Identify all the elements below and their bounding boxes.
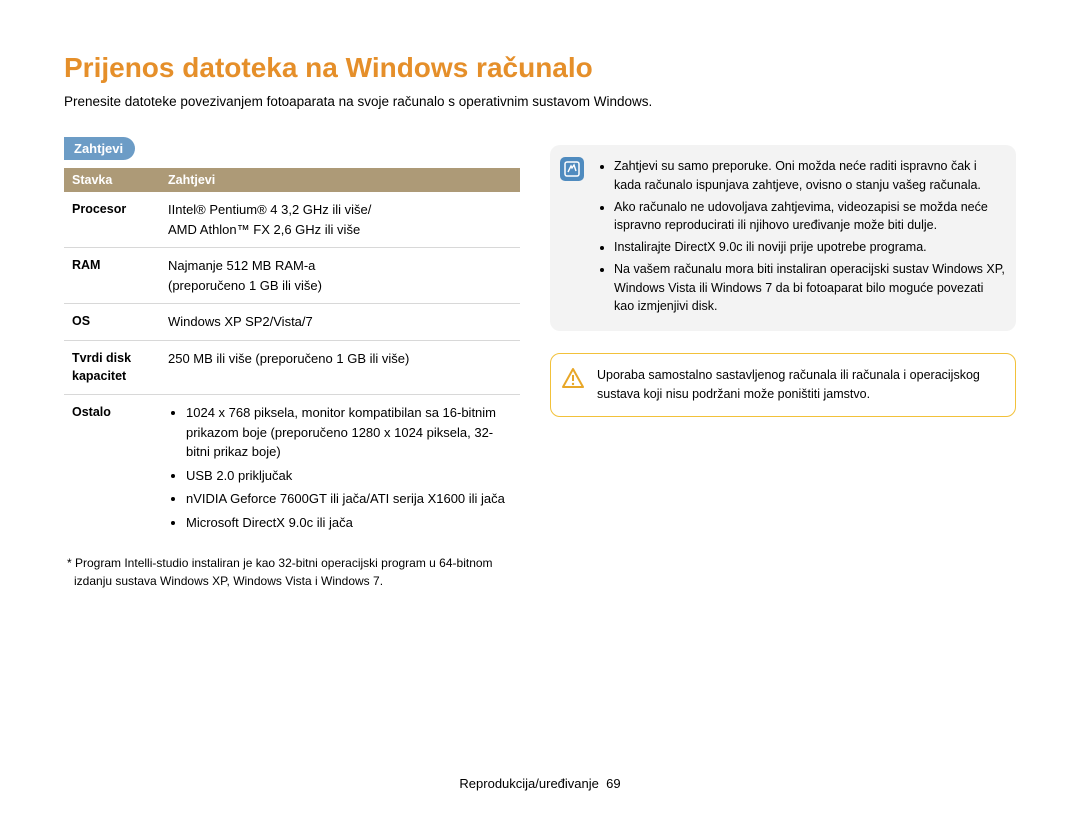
list-item: nVIDIA Geforce 7600GT ili jača/ATI serij… — [186, 489, 512, 509]
th-item: Stavka — [64, 168, 160, 192]
right-column: Zahtjevi su samo preporuke. Oni možda ne… — [550, 137, 1016, 590]
list-item: Instalirajte DirectX 9.0c ili noviji pri… — [614, 238, 1006, 257]
footnote: * Program Intelli-studio instaliran je k… — [64, 554, 520, 590]
table-row: Ostalo 1024 x 768 piksela, monitor kompa… — [64, 395, 520, 545]
table-row: Tvrdi disk kapacitet 250 MB ili više (pr… — [64, 340, 520, 395]
cell-label: OS — [64, 304, 160, 341]
cell-label: RAM — [64, 248, 160, 304]
page-footer: Reprodukcija/uređivanje 69 — [0, 776, 1080, 791]
list-item: 1024 x 768 piksela, monitor kompatibilan… — [186, 403, 512, 462]
th-req: Zahtjevi — [160, 168, 520, 192]
left-column: Zahtjevi Stavka Zahtjevi Procesor IIntel… — [64, 137, 520, 590]
note-icon — [560, 157, 584, 181]
list-item: Ako računalo ne udovoljava zahtjevima, v… — [614, 198, 1006, 236]
info-callout: Zahtjevi su samo preporuke. Oni možda ne… — [550, 145, 1016, 331]
table-row: Procesor IIntel® Pentium® 4 3,2 GHz ili … — [64, 192, 520, 248]
cell-value: 250 MB ili više (preporučeno 1 GB ili vi… — [160, 340, 520, 395]
warning-text: Uporaba samostalno sastavljenog računala… — [597, 366, 1005, 404]
intro-text: Prenesite datoteke povezivanjem fotoapar… — [64, 94, 1016, 109]
cell-value: IIntel® Pentium® 4 3,2 GHz ili više/ AMD… — [160, 192, 520, 248]
cell-label: Procesor — [64, 192, 160, 248]
cell-value: 1024 x 768 piksela, monitor kompatibilan… — [160, 395, 520, 545]
list-item: Zahtjevi su samo preporuke. Oni možda ne… — [614, 157, 1006, 195]
page-title: Prijenos datoteka na Windows računalo — [64, 52, 1016, 84]
table-row: RAM Najmanje 512 MB RAM-a (preporučeno 1… — [64, 248, 520, 304]
table-row: OS Windows XP SP2/Vista/7 — [64, 304, 520, 341]
requirements-table: Stavka Zahtjevi Procesor IIntel® Pentium… — [64, 168, 520, 544]
cell-label: Ostalo — [64, 395, 160, 545]
list-item: Na vašem računalu mora biti instaliran o… — [614, 260, 1006, 316]
section-heading: Zahtjevi — [64, 137, 135, 160]
list-item: Microsoft DirectX 9.0c ili jača — [186, 513, 512, 533]
cell-label: Tvrdi disk kapacitet — [64, 340, 160, 395]
cell-value: Windows XP SP2/Vista/7 — [160, 304, 520, 341]
warning-callout: Uporaba samostalno sastavljenog računala… — [550, 353, 1016, 417]
list-item: USB 2.0 priključak — [186, 466, 512, 486]
cell-value: Najmanje 512 MB RAM-a (preporučeno 1 GB … — [160, 248, 520, 304]
warning-icon — [561, 366, 585, 390]
